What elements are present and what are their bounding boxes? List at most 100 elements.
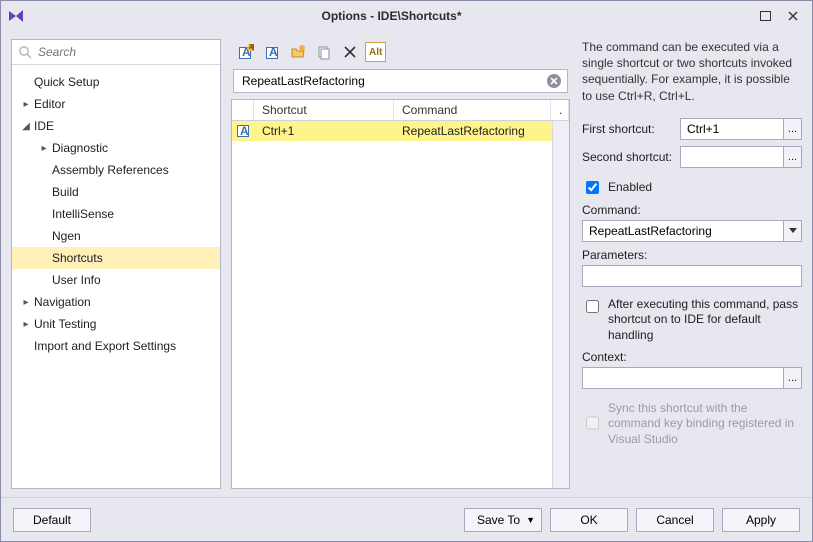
tree-item-ngen[interactable]: Ngen bbox=[12, 225, 220, 247]
tree-caret-icon[interactable]: ▸ bbox=[20, 99, 32, 110]
tree-item-import-and-export-settings[interactable]: Import and Export Settings bbox=[12, 335, 220, 357]
enabled-label: Enabled bbox=[608, 180, 652, 194]
search-wrap bbox=[12, 40, 220, 65]
tree-item-user-info[interactable]: User Info bbox=[12, 269, 220, 291]
context-label: Context: bbox=[582, 350, 802, 364]
nav-tree[interactable]: Quick Setup▸Editor◢IDE▸DiagnosticAssembl… bbox=[12, 65, 220, 488]
new-scheme-button[interactable]: A bbox=[261, 42, 283, 62]
sync-row: Sync this shortcut with the command key … bbox=[582, 401, 802, 448]
grid-header-shortcut[interactable]: Shortcut bbox=[254, 100, 394, 120]
tree-item-label: Build bbox=[52, 185, 79, 199]
grid-header-extra[interactable]: . bbox=[551, 100, 569, 120]
tree-item-label: Import and Export Settings bbox=[34, 339, 176, 353]
chevron-down-icon: ▼ bbox=[526, 515, 535, 525]
footer: Default Save To ▼ OK Cancel Apply bbox=[1, 497, 812, 541]
row-type-icon: A bbox=[232, 122, 254, 140]
save-to-button[interactable]: Save To ▼ bbox=[464, 508, 542, 532]
sync-label: Sync this shortcut with the command key … bbox=[608, 401, 802, 448]
ok-button[interactable]: OK bbox=[550, 508, 628, 532]
tree-caret-icon[interactable]: ▸ bbox=[20, 297, 32, 308]
alt-label: Alt bbox=[369, 47, 382, 58]
tree-caret-icon[interactable]: ▸ bbox=[20, 319, 32, 330]
second-shortcut-browse-button[interactable]: ... bbox=[783, 147, 801, 167]
alt-toggle-button[interactable]: Alt bbox=[365, 42, 386, 62]
svg-text:✱: ✱ bbox=[248, 44, 254, 54]
tree-item-assembly-references[interactable]: Assembly References bbox=[12, 159, 220, 181]
command-combo-drop[interactable] bbox=[783, 221, 801, 241]
table-row[interactable]: ACtrl+1RepeatLastRefactoring bbox=[232, 121, 552, 141]
tree-item-label: Ngen bbox=[52, 229, 81, 243]
tree-item-shortcuts[interactable]: Shortcuts bbox=[12, 247, 220, 269]
apply-button[interactable]: Apply bbox=[722, 508, 800, 532]
tree-item-label: IntelliSense bbox=[52, 207, 114, 221]
copy-button[interactable] bbox=[313, 42, 335, 62]
vertical-scrollbar[interactable] bbox=[552, 121, 569, 488]
tree-item-navigation[interactable]: ▸Navigation bbox=[12, 291, 220, 313]
svg-text:A: A bbox=[269, 45, 278, 59]
tree-caret-icon[interactable]: ◢ bbox=[20, 121, 32, 132]
cancel-button[interactable]: Cancel bbox=[636, 508, 714, 532]
tree-item-diagnostic[interactable]: ▸Diagnostic bbox=[12, 137, 220, 159]
grid-header-type[interactable] bbox=[232, 100, 254, 120]
tree-item-label: Quick Setup bbox=[34, 75, 99, 89]
default-button[interactable]: Default bbox=[13, 508, 91, 532]
command-combo[interactable] bbox=[582, 220, 802, 242]
close-button[interactable] bbox=[780, 6, 806, 26]
maximize-button[interactable] bbox=[752, 6, 778, 26]
parameters-label: Parameters: bbox=[582, 248, 802, 262]
tree-item-quick-setup[interactable]: Quick Setup bbox=[12, 71, 220, 93]
tree-item-editor[interactable]: ▸Editor bbox=[12, 93, 220, 115]
copy-icon bbox=[316, 44, 332, 60]
search-input[interactable] bbox=[12, 40, 220, 64]
enabled-checkbox-row[interactable]: Enabled bbox=[582, 178, 802, 197]
tree-item-label: IDE bbox=[34, 119, 54, 133]
grid-header-command[interactable]: Command bbox=[394, 100, 551, 120]
grid-header: Shortcut Command . bbox=[232, 100, 569, 121]
tree-item-unit-testing[interactable]: ▸Unit Testing bbox=[12, 313, 220, 335]
close-icon bbox=[788, 11, 798, 21]
delete-button[interactable] bbox=[339, 42, 361, 62]
svg-text:A: A bbox=[240, 124, 249, 138]
a-badge-new-icon: A✱ bbox=[238, 44, 254, 60]
app-logo-icon bbox=[7, 7, 25, 25]
second-shortcut-label: Second shortcut: bbox=[582, 150, 674, 164]
main-panel: A✱ A Alt bbox=[231, 39, 570, 489]
tree-item-label: Unit Testing bbox=[34, 317, 96, 331]
details-panel: The command can be executed via a single… bbox=[580, 39, 802, 489]
description-text: The command can be executed via a single… bbox=[582, 39, 802, 104]
sync-checkbox bbox=[586, 402, 599, 445]
tree-item-ide[interactable]: ◢IDE bbox=[12, 115, 220, 137]
tree-item-label: Diagnostic bbox=[52, 141, 108, 155]
context-browse-button[interactable]: ... bbox=[783, 368, 801, 388]
tree-item-build[interactable]: Build bbox=[12, 181, 220, 203]
command-label: Command: bbox=[582, 203, 802, 217]
tree-caret-icon[interactable]: ▸ bbox=[38, 143, 50, 154]
shortcut-toolbar: A✱ A Alt bbox=[231, 39, 570, 65]
row-shortcut: Ctrl+1 bbox=[254, 122, 394, 140]
folder-open-icon bbox=[290, 44, 306, 60]
tree-item-label: Editor bbox=[34, 97, 65, 111]
tree-item-label: Navigation bbox=[34, 295, 91, 309]
pass-shortcut-checkbox[interactable] bbox=[586, 300, 599, 313]
context-input[interactable] bbox=[582, 367, 802, 389]
clear-filter-button[interactable] bbox=[546, 73, 562, 89]
titlebar: Options - IDE\Shortcuts* bbox=[1, 1, 812, 31]
tree-item-label: Shortcuts bbox=[52, 251, 103, 265]
shortcuts-grid: Shortcut Command . ACtrl+1RepeatLastRefa… bbox=[231, 99, 570, 489]
window-title: Options - IDE\Shortcuts* bbox=[33, 9, 750, 23]
pass-shortcut-row[interactable]: After executing this command, pass short… bbox=[582, 297, 802, 344]
first-shortcut-browse-button[interactable]: ... bbox=[783, 119, 801, 139]
new-shortcut-button[interactable]: A✱ bbox=[235, 42, 257, 62]
tree-item-intellisense[interactable]: IntelliSense bbox=[12, 203, 220, 225]
first-shortcut-label: First shortcut: bbox=[582, 122, 674, 136]
open-folder-button[interactable] bbox=[287, 42, 309, 62]
content-area: Quick Setup▸Editor◢IDE▸DiagnosticAssembl… bbox=[1, 31, 812, 497]
clear-icon bbox=[546, 73, 562, 89]
search-icon bbox=[18, 45, 32, 59]
filter-input[interactable] bbox=[233, 69, 568, 93]
enabled-checkbox[interactable] bbox=[586, 181, 599, 194]
grid-body[interactable]: ACtrl+1RepeatLastRefactoring bbox=[232, 121, 552, 488]
tree-item-label: Assembly References bbox=[52, 163, 169, 177]
parameters-input[interactable] bbox=[582, 265, 802, 287]
a-badge-icon: A bbox=[264, 44, 280, 60]
